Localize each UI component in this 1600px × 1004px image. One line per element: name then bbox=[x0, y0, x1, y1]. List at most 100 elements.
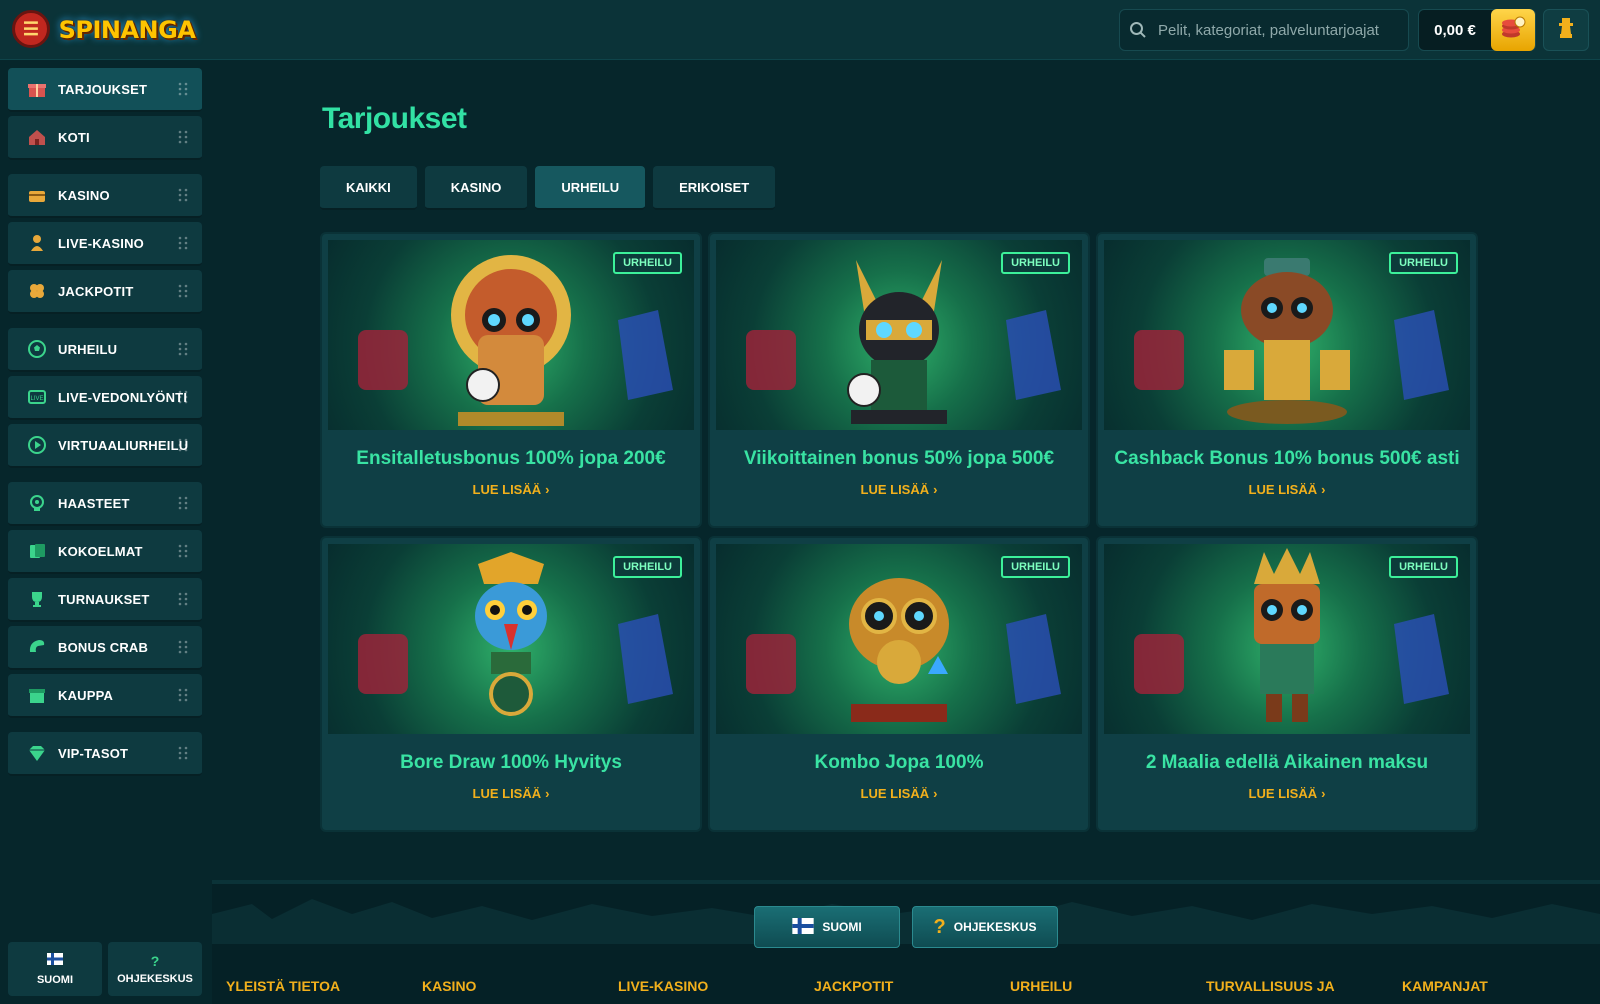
footer-link-live-kasino[interactable]: LIVE-KASINO bbox=[618, 978, 788, 994]
sidebar-item-live-vedonlyonti[interactable]: LIVE LIVE-VEDONLYÖNTI bbox=[8, 376, 202, 420]
sidebar-item-tarjoukset[interactable]: TARJOUKSET bbox=[8, 68, 202, 112]
sidebar-item-kokoelmat[interactable]: KOKOELMAT bbox=[8, 530, 202, 574]
read-more-label: LUE LISÄÄ bbox=[1248, 482, 1318, 497]
sidebar-item-label: LIVE-VEDONLYÖNTI bbox=[58, 389, 188, 405]
deposit-button[interactable] bbox=[1491, 9, 1535, 51]
promo-title: Kombo Jopa 100% bbox=[814, 752, 984, 773]
drag-handle-icon[interactable] bbox=[178, 342, 188, 356]
soccer-ball-icon bbox=[22, 339, 52, 359]
category-badge: URHEILU bbox=[1001, 252, 1070, 274]
challenge-icon bbox=[22, 493, 52, 513]
sidebar-item-turnaukset[interactable]: TURNAUKSET bbox=[8, 578, 202, 622]
drag-handle-icon[interactable] bbox=[178, 438, 188, 452]
footer: SUOMI ? OHJEKESKUS YLEISTÄ TIETOA KASINO… bbox=[212, 880, 1600, 1004]
balance-amount: 0,00 € bbox=[1434, 21, 1476, 39]
read-more-link[interactable]: LUE LISÄÄ › bbox=[710, 482, 1088, 497]
category-badge: URHEILU bbox=[1389, 556, 1458, 578]
chess-king-icon bbox=[1557, 17, 1575, 44]
sidebar-language-label: SUOMI bbox=[36, 974, 74, 986]
promo-card[interactable]: URHEILU Viikoittainen bonus 50% jopa 500… bbox=[708, 232, 1090, 528]
drag-handle-icon[interactable] bbox=[178, 592, 188, 606]
drag-handle-icon[interactable] bbox=[178, 82, 188, 96]
shop-icon bbox=[22, 685, 52, 705]
sidebar-item-vip-tasot[interactable]: VIP-TASOT bbox=[8, 732, 202, 776]
chevron-right-icon: › bbox=[545, 786, 550, 801]
drag-handle-icon[interactable] bbox=[178, 746, 188, 760]
play-circle-icon bbox=[22, 435, 52, 455]
sidebar-item-kasino[interactable]: KASINO bbox=[8, 174, 202, 218]
drag-handle-icon[interactable] bbox=[178, 188, 188, 202]
footer-language-button[interactable]: SUOMI bbox=[754, 906, 900, 948]
chevron-right-icon: › bbox=[1321, 786, 1326, 801]
drag-handle-icon[interactable] bbox=[178, 390, 188, 404]
footer-link-yleista-tietoa[interactable]: YLEISTÄ TIETOA bbox=[226, 978, 396, 994]
sidebar-item-live-kasino[interactable]: LIVE-KASINO bbox=[8, 222, 202, 266]
category-badge: URHEILU bbox=[1389, 252, 1458, 274]
read-more-link[interactable]: LUE LISÄÄ › bbox=[1098, 786, 1476, 801]
drag-handle-icon[interactable] bbox=[178, 640, 188, 654]
promo-card[interactable]: URHEILU Bore Draw 100% Hyvitys LUE LISÄÄ… bbox=[320, 536, 702, 832]
sidebar-item-koti[interactable]: KOTI bbox=[8, 116, 202, 160]
sidebar-item-label: LIVE-KASINO bbox=[58, 235, 144, 251]
sidebar-item-kauppa[interactable]: KAUPPA bbox=[8, 674, 202, 718]
drag-handle-icon[interactable] bbox=[178, 284, 188, 298]
question-icon: ? bbox=[933, 915, 946, 938]
sidebar-item-label: VIRTUAALIURHEILU bbox=[58, 437, 189, 453]
promo-card[interactable]: URHEILU Ensitalletusbonus 100% jopa 200€… bbox=[320, 232, 702, 528]
page-title: Tarjoukset bbox=[322, 102, 467, 135]
sidebar-item-label: KOTI bbox=[58, 129, 90, 145]
footer-help-label: OHJEKESKUS bbox=[953, 920, 1037, 934]
promo-card[interactable]: URHEILU Kombo Jopa 100% LUE LISÄÄ › bbox=[708, 536, 1090, 832]
tab-erikoiset[interactable]: ERIKOISET bbox=[653, 166, 776, 210]
tab-urheilu[interactable]: URHEILU bbox=[535, 166, 646, 210]
promo-card[interactable]: URHEILU 2 Maalia edellä Aikainen maksu L… bbox=[1096, 536, 1478, 832]
main-content: Tarjoukset KAIKKI KASINO URHEILU ERIKOIS… bbox=[212, 60, 1600, 1000]
read-more-label: LUE LISÄÄ bbox=[1248, 786, 1318, 801]
tab-kasino[interactable]: KASINO bbox=[424, 166, 528, 210]
footer-link-kampanjat[interactable]: KAMPANJAT bbox=[1402, 978, 1572, 994]
sidebar-item-jackpotit[interactable]: JACKPOTIT bbox=[8, 270, 202, 314]
sidebar-item-haasteet[interactable]: HAASTEET bbox=[8, 482, 202, 526]
promo-title: Ensitalletusbonus 100% jopa 200€ bbox=[356, 448, 666, 469]
sidebar-item-virtuaaliurheilu[interactable]: VIRTUAALIURHEILU bbox=[8, 424, 202, 468]
crab-claw-icon bbox=[22, 637, 52, 657]
sidebar-item-urheilu[interactable]: URHEILU bbox=[8, 328, 202, 372]
category-badge: URHEILU bbox=[613, 556, 682, 578]
sidebar-item-label: KASINO bbox=[58, 187, 110, 203]
sidebar-item-label: BONUS CRAB bbox=[58, 639, 149, 655]
drag-handle-icon[interactable] bbox=[178, 544, 188, 558]
tab-kaikki[interactable]: KAIKKI bbox=[320, 166, 417, 210]
chevron-right-icon: › bbox=[1321, 482, 1326, 497]
footer-link-jackpotit[interactable]: JACKPOTIT bbox=[814, 978, 984, 994]
read-more-link[interactable]: LUE LISÄÄ › bbox=[1098, 482, 1476, 497]
finland-flag-icon bbox=[47, 952, 63, 970]
live-tv-icon: LIVE bbox=[22, 387, 52, 407]
sidebar-item-label: TARJOUKSET bbox=[58, 81, 148, 97]
sidebar-item-bonus-crab[interactable]: BONUS CRAB bbox=[8, 626, 202, 670]
drag-handle-icon[interactable] bbox=[178, 130, 188, 144]
chevron-right-icon: › bbox=[933, 786, 938, 801]
read-more-link[interactable]: LUE LISÄÄ › bbox=[710, 786, 1088, 801]
footer-link-urheilu[interactable]: URHEILU bbox=[1010, 978, 1180, 994]
category-badge: URHEILU bbox=[1001, 556, 1070, 578]
search-box[interactable] bbox=[1119, 9, 1409, 51]
read-more-link[interactable]: LUE LISÄÄ › bbox=[322, 786, 700, 801]
read-more-link[interactable]: LUE LISÄÄ › bbox=[322, 482, 700, 497]
promo-card[interactable]: URHEILU Cashback Bonus 10% bonus 500€ as… bbox=[1096, 232, 1478, 528]
logo[interactable]: SPINANGA bbox=[59, 10, 196, 50]
footer-link-kasino[interactable]: KASINO bbox=[422, 978, 592, 994]
profile-button[interactable] bbox=[1543, 9, 1589, 51]
menu-toggle-button[interactable]: ☰ bbox=[12, 10, 50, 48]
footer-help-button[interactable]: ? OHJEKESKUS bbox=[912, 906, 1058, 948]
sidebar: TARJOUKSET KOTI KASINO LIVE-KASINO JACKP… bbox=[0, 60, 210, 1000]
sidebar-help-button[interactable]: ? OHJEKESKUS bbox=[108, 942, 202, 996]
drag-handle-icon[interactable] bbox=[178, 688, 188, 702]
drag-handle-icon[interactable] bbox=[178, 496, 188, 510]
home-icon bbox=[22, 127, 52, 147]
sidebar-language-button[interactable]: SUOMI bbox=[8, 942, 102, 996]
footer-link-turvallisuus[interactable]: TURVALLISUUS JA YKSITYISYYS bbox=[1206, 978, 1356, 994]
drag-handle-icon[interactable] bbox=[178, 236, 188, 250]
search-input[interactable] bbox=[1156, 20, 1405, 40]
sidebar-item-label: TURNAUKSET bbox=[58, 591, 150, 607]
category-badge: URHEILU bbox=[613, 252, 682, 274]
